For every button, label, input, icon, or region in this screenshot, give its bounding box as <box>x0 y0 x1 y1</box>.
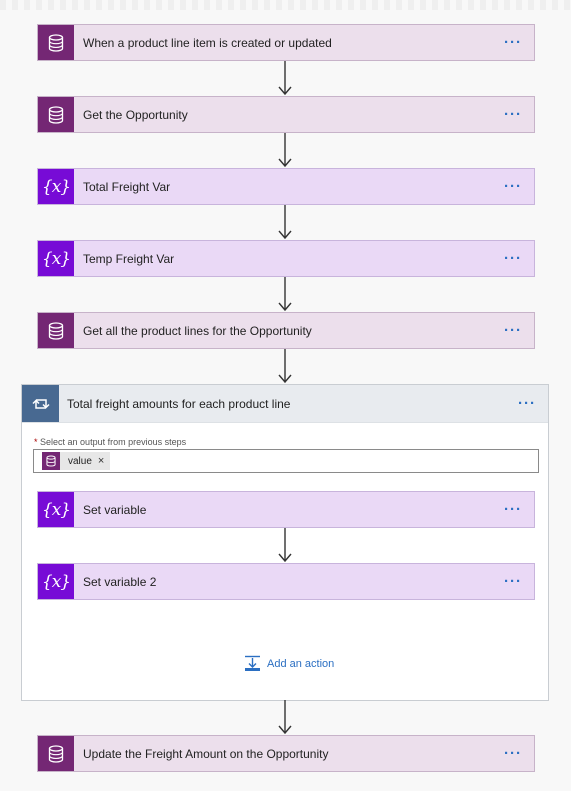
dynamic-content-token[interactable]: value × <box>42 452 111 470</box>
more-options-button[interactable]: ··· <box>498 250 528 267</box>
add-action-icon <box>245 655 260 671</box>
more-options-button[interactable]: ··· <box>498 745 528 762</box>
remove-token-button[interactable]: × <box>98 455 104 467</box>
step-label: Get all the product lines for the Opport… <box>83 323 312 338</box>
update-freight-card[interactable]: Update the Freight Amount on the Opportu… <box>37 735 535 772</box>
get-opportunity-card[interactable]: Get the Opportunity ··· <box>37 96 535 133</box>
output-select-field[interactable]: value × <box>33 449 539 473</box>
more-options-button[interactable]: ··· <box>498 34 528 51</box>
variable-icon: {x} <box>38 241 74 276</box>
step-label: Set variable <box>83 502 147 517</box>
add-action-label: Add an action <box>267 657 335 670</box>
temp-freight-var-card[interactable]: {x} Temp Freight Var ··· <box>37 240 535 277</box>
variable-icon: {x} <box>38 169 74 204</box>
set-variable-card[interactable]: {x} Set variable ··· <box>37 491 535 528</box>
more-options-button[interactable]: ··· <box>498 106 528 123</box>
step-label: When a product line item is created or u… <box>83 35 332 50</box>
set-variable-2-card[interactable]: {x} Set variable 2 ··· <box>37 563 535 600</box>
more-options-button[interactable]: ··· <box>498 573 528 590</box>
loop-title: Total freight amounts for each product l… <box>67 396 291 411</box>
more-options-button[interactable]: ··· <box>498 501 528 518</box>
variable-icon: {x} <box>38 564 74 599</box>
database-icon <box>38 736 74 771</box>
flow-arrow <box>278 700 292 735</box>
output-field-label-text: Select an output from previous steps <box>40 437 187 447</box>
token-label: value <box>68 455 92 467</box>
database-icon <box>38 313 74 348</box>
database-icon <box>38 25 74 60</box>
get-product-lines-card[interactable]: Get all the product lines for the Opport… <box>37 312 535 349</box>
more-options-button[interactable]: ··· <box>512 395 542 412</box>
step-label: Get the Opportunity <box>83 107 188 122</box>
required-marker: * <box>34 437 38 447</box>
output-field-label: * Select an output from previous steps <box>34 437 186 447</box>
flow-arrow <box>278 61 292 96</box>
variable-icon: {x} <box>38 492 74 527</box>
flow-arrow <box>278 349 292 384</box>
loop-icon <box>22 385 59 422</box>
step-label: Set variable 2 <box>83 574 157 589</box>
add-action-button[interactable]: Add an action <box>244 655 334 672</box>
flow-arrow <box>278 277 292 312</box>
database-icon <box>38 97 74 132</box>
more-options-button[interactable]: ··· <box>498 178 528 195</box>
total-freight-var-card[interactable]: {x} Total Freight Var ··· <box>37 168 535 205</box>
trigger-card[interactable]: When a product line item is created or u… <box>37 24 535 61</box>
database-icon <box>42 452 60 470</box>
loop-header[interactable]: Total freight amounts for each product l… <box>22 385 548 423</box>
flow-arrow <box>278 205 292 240</box>
canvas-top-strip <box>0 0 571 10</box>
step-label: Update the Freight Amount on the Opportu… <box>83 746 329 761</box>
flow-arrow <box>278 133 292 168</box>
step-label: Temp Freight Var <box>83 251 175 266</box>
flow-arrow <box>278 528 292 563</box>
step-label: Total Freight Var <box>83 179 171 194</box>
more-options-button[interactable]: ··· <box>498 322 528 339</box>
